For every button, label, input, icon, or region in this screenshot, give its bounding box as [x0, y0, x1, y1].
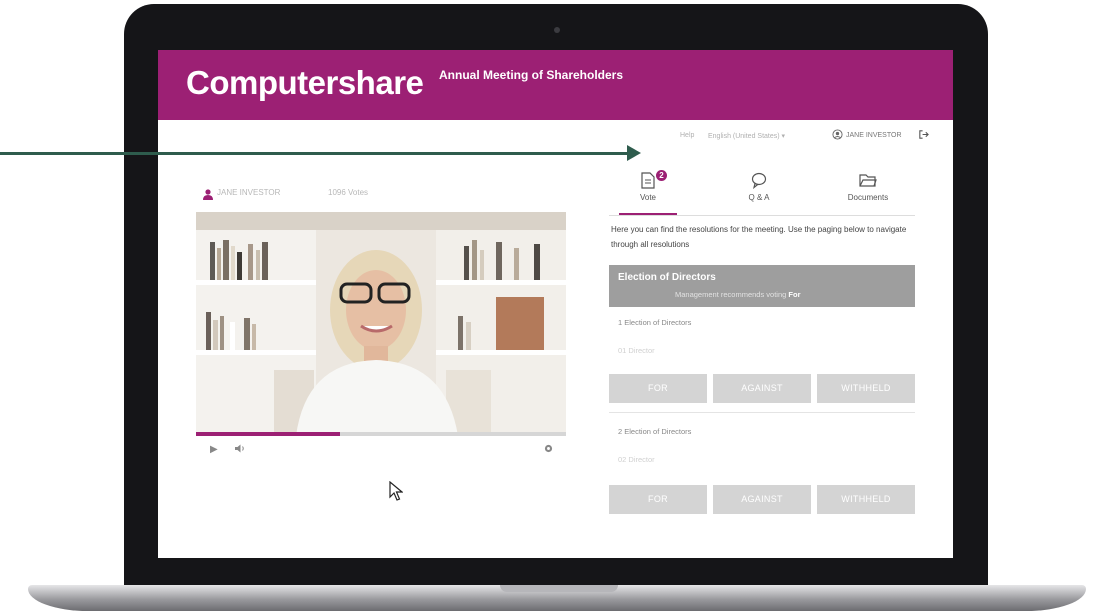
annotation-arrow-head [627, 145, 641, 161]
resolution-divider [609, 412, 915, 413]
resolution-title: 1 Election of Directors [618, 318, 692, 327]
vote-badge: 2 [656, 170, 667, 181]
vote-count: 1096 Votes [328, 188, 369, 197]
annotation-arrow-line [0, 152, 630, 155]
resolution-director: 01 Director [618, 346, 655, 355]
video-frame [196, 212, 566, 436]
app-header: Computershare Annual Meeting of Sharehol… [158, 50, 953, 120]
active-tab-indicator [619, 213, 677, 215]
vote-against-button[interactable]: AGAINST [713, 374, 811, 403]
document-icon [641, 172, 655, 189]
help-link[interactable]: Help [680, 132, 694, 139]
recommendation-value: For [788, 290, 801, 299]
person-icon [203, 189, 213, 200]
tab-vote[interactable]: 2 Vote [613, 170, 683, 202]
laptop-notch [500, 585, 618, 592]
user-name[interactable]: JANE INVESTOR [846, 132, 902, 139]
vote-withheld-button[interactable]: WITHHELD [817, 485, 915, 514]
video-progress-fill [196, 432, 341, 436]
tab-qa[interactable]: Q & A [724, 172, 794, 202]
language-select[interactable]: English (United States) ▾ [708, 132, 785, 140]
resolution-director: 02 Director [618, 455, 655, 464]
logout-icon[interactable] [918, 129, 929, 143]
presenter-name: JANE INVESTOR [217, 188, 281, 197]
volume-icon[interactable] [235, 444, 246, 456]
vote-instructions: Here you can find the resolutions for th… [611, 225, 907, 249]
chat-icon [751, 172, 767, 189]
app-screen: Computershare Annual Meeting of Sharehol… [158, 50, 953, 558]
tab-documents[interactable]: Documents [833, 172, 903, 202]
video-progress-track[interactable] [196, 432, 566, 436]
settings-icon[interactable] [544, 444, 553, 456]
tab-documents-label: Documents [847, 193, 889, 202]
webcast-video[interactable] [196, 212, 566, 436]
meeting-title: Annual Meeting of Shareholders [439, 68, 624, 82]
folder-icon [859, 174, 877, 187]
user-circle-icon[interactable] [832, 129, 843, 143]
vote-withheld-button[interactable]: WITHHELD [817, 374, 915, 403]
resolution-title: 2 Election of Directors [618, 427, 692, 436]
mouse-cursor-icon [389, 481, 403, 501]
management-recommendation: Management recommends voting For [675, 290, 801, 299]
tab-qa-label: Q & A [748, 193, 770, 202]
webcam [554, 27, 560, 33]
tab-vote-label: Vote [639, 193, 656, 202]
tab-divider [609, 215, 915, 216]
vote-against-button[interactable]: AGAINST [713, 485, 811, 514]
vote-for-button[interactable]: FOR [609, 485, 707, 514]
computershare-logo: Computershare [186, 64, 424, 101]
play-icon[interactable]: ▶ [210, 444, 218, 455]
resolution-group-title: Election of Directors [618, 272, 716, 283]
vote-for-button[interactable]: FOR [609, 374, 707, 403]
resolution-group-header: Election of Directors Management recomme… [609, 265, 915, 307]
